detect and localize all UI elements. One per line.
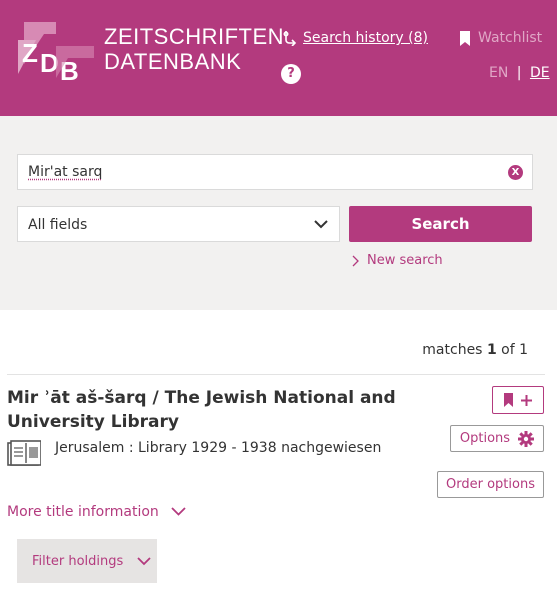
search-button[interactable]: Search [349,206,532,242]
matches-prefix: matches [422,342,487,358]
search-field-value: All fields [28,217,88,233]
site-header: Z D B ZEITSCHRIFTEN DATENBANK Search his… [0,0,557,116]
watchlist-label: Watchlist [478,30,543,46]
watchlist-link[interactable]: Watchlist [460,30,542,46]
more-title-info-label: More title information [7,504,159,520]
filter-holdings-button[interactable]: Filter holdings [17,539,157,583]
result-title[interactable]: Mir ʾāt aš-šarq / The Jewish National an… [7,386,427,434]
order-options-button[interactable]: Order options [437,471,544,498]
search-history-link[interactable]: Search history (8) [283,30,428,46]
bookmark-icon [460,30,470,46]
chevron-down-icon [314,220,328,229]
new-search-link[interactable]: New search [352,253,443,268]
search-field-select[interactable]: All fields [17,206,340,242]
search-input[interactable]: Mir'at sarq X [17,154,533,190]
search-input-value: Mir'at sarq [28,164,103,180]
lang-de[interactable]: DE [530,65,550,81]
periodical-icon [7,440,41,466]
lang-separator: | [516,65,522,81]
clear-search-icon[interactable]: X [508,165,523,180]
help-icon[interactable]: ? [281,64,301,84]
plus-icon [521,394,532,406]
svg-text:Z: Z [22,38,38,68]
new-search-label: New search [367,253,443,268]
more-title-info-toggle[interactable]: More title information [7,504,186,520]
brand-line1: ZEITSCHRIFTEN [104,24,285,49]
gear-icon [518,430,535,447]
matches-current: 1 [486,342,497,358]
match-count: matches 1 of 1 [422,342,528,358]
search-history-label: Search history (8) [303,30,428,46]
zdb-logo[interactable]: Z D B [16,20,96,82]
chevron-down-icon [171,507,186,516]
matches-suffix: of 1 [496,342,528,358]
search-panel: Mir'at sarq X All fields Search New sear… [0,116,557,310]
lang-en[interactable]: EN [489,65,508,81]
svg-text:D: D [40,48,59,78]
brand-line2: DATENBANK [104,49,242,74]
brand-name[interactable]: ZEITSCHRIFTEN DATENBANK [104,24,284,74]
add-to-watchlist-button[interactable] [492,386,544,414]
filter-holdings-label: Filter holdings [32,553,124,569]
chevron-right-icon [352,255,359,266]
language-switcher: EN | DE [489,65,550,81]
holding-summary: Jerusalem : Library 1929 - 1938 nachgewi… [55,440,382,456]
options-label: Options [459,431,511,446]
chevron-down-icon [137,556,151,565]
bookmark-icon [504,393,513,407]
history-icon [283,31,297,46]
results-divider [7,374,545,375]
options-button[interactable]: Options [450,425,544,452]
